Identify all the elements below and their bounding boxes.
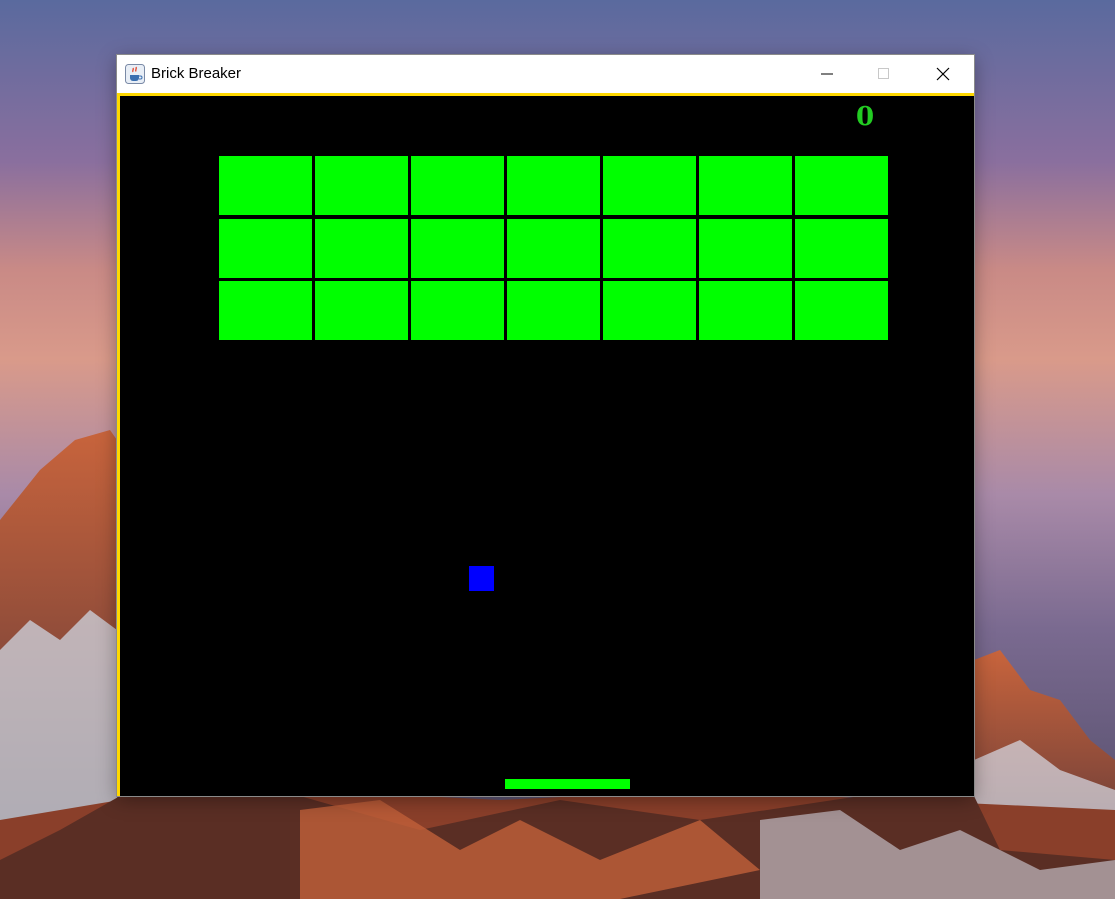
brick [795,156,888,215]
maximize-icon [878,68,889,79]
maximize-button[interactable] [861,55,907,93]
brick [315,281,408,340]
brick [699,218,792,278]
ball [469,566,494,591]
game-canvas[interactable]: 0 [120,96,974,796]
brick [603,281,696,340]
brick [603,156,696,215]
brick [507,156,600,215]
window-title: Brick Breaker [151,65,242,82]
title-bar[interactable]: Brick Breaker [117,55,974,93]
brick [507,281,600,340]
paddle[interactable] [505,779,630,789]
brick-grid [218,155,890,341]
close-button[interactable] [920,55,966,93]
brick [219,218,312,278]
brick [603,218,696,278]
app-window: Brick Breaker 0 [117,55,974,796]
brick [795,281,888,340]
score-display: 0 [855,102,875,132]
brick [699,281,792,340]
minimize-button[interactable] [804,55,850,93]
brick [795,218,888,278]
brick [219,281,312,340]
brick [315,218,408,278]
java-coffee-cup-icon [125,64,145,84]
brick [411,218,504,278]
brick [315,156,408,215]
brick [411,281,504,340]
minimize-icon [821,73,833,75]
close-icon [936,67,950,81]
brick [507,218,600,278]
brick [699,156,792,215]
game-border: 0 [117,93,974,796]
brick [219,156,312,215]
brick [411,156,504,215]
